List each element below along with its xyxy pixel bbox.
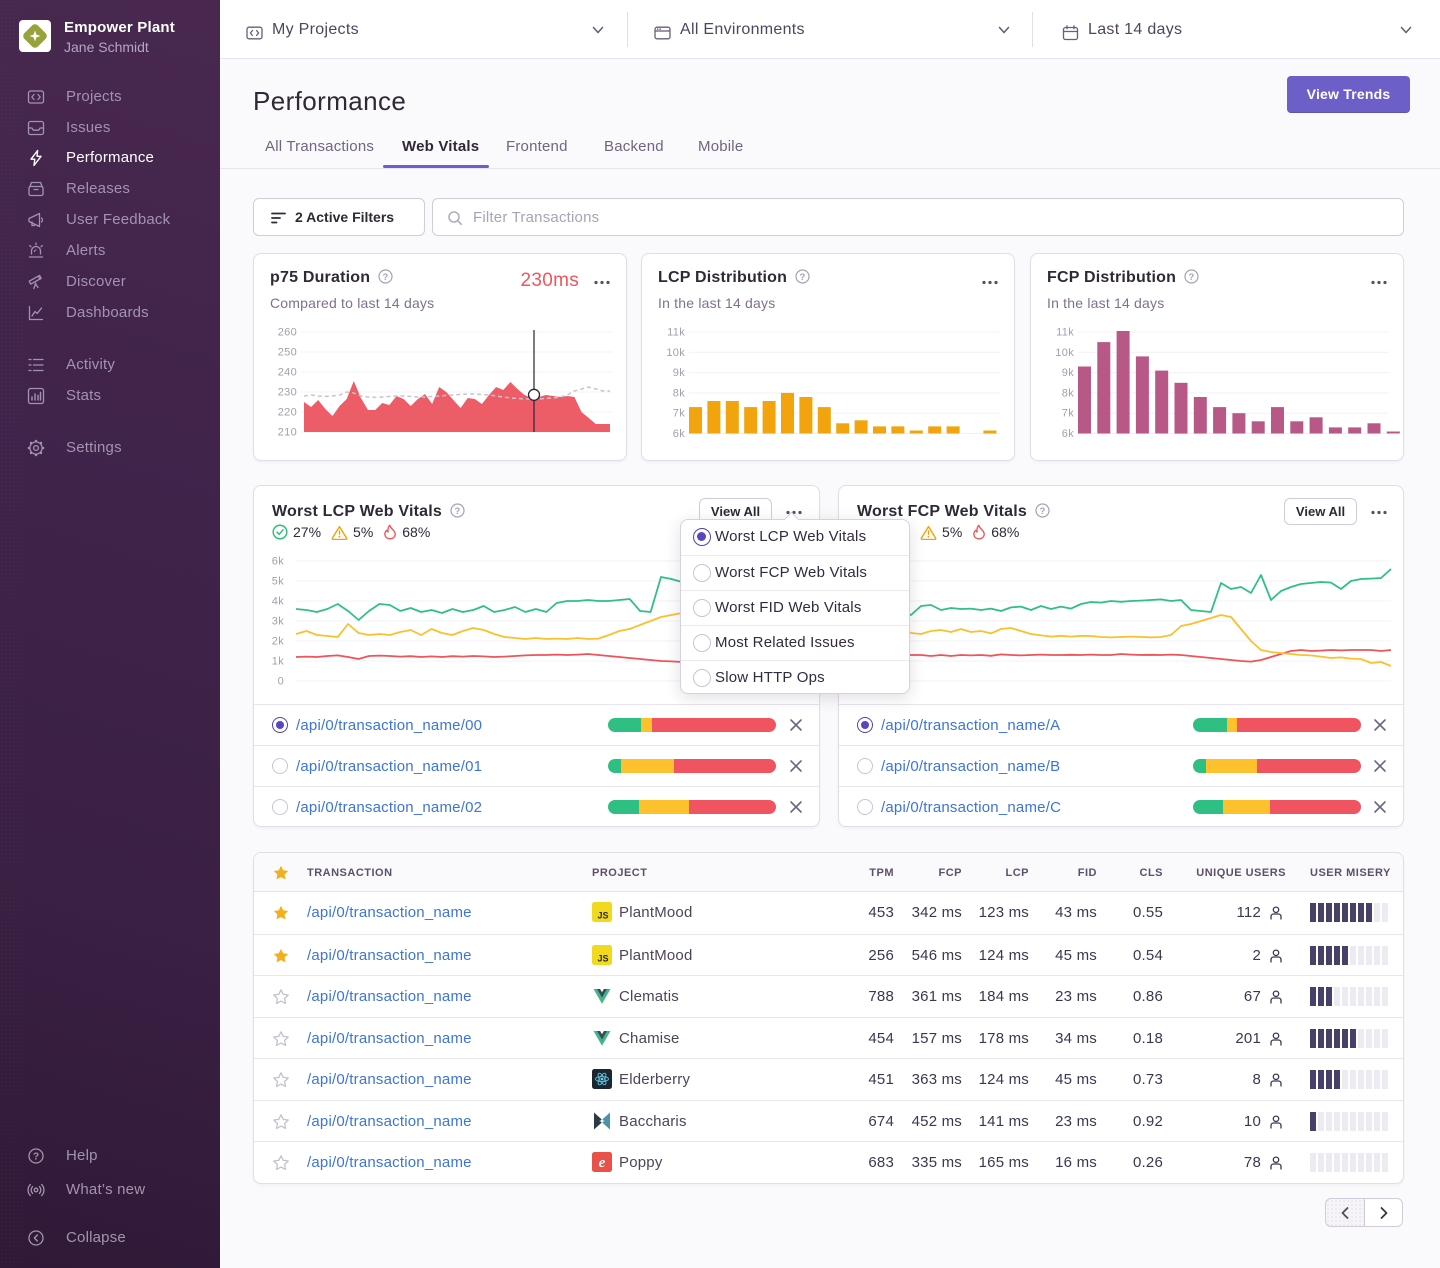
svg-text:?: ? (383, 272, 389, 283)
svg-text:240: 240 (278, 367, 297, 379)
svg-text:260: 260 (278, 327, 297, 339)
svg-text:9k: 9k (673, 367, 685, 379)
svg-text:7k: 7k (673, 408, 685, 420)
svg-text:6k: 6k (1062, 428, 1074, 440)
svg-text:220: 220 (278, 407, 297, 419)
svg-text:JS: JS (597, 911, 608, 921)
svg-text:8k: 8k (1062, 387, 1074, 399)
svg-text:2k: 2k (272, 636, 284, 648)
svg-text:4k: 4k (272, 596, 284, 608)
svg-text:?: ? (454, 506, 460, 517)
svg-text:3k: 3k (272, 616, 284, 628)
svg-text:?: ? (33, 1152, 39, 1163)
svg-text:?: ? (1039, 506, 1045, 517)
svg-text:6k: 6k (673, 428, 685, 440)
svg-text:10k: 10k (666, 347, 685, 359)
svg-text:210: 210 (278, 427, 297, 439)
svg-text:230: 230 (278, 387, 297, 399)
svg-text:1k: 1k (272, 656, 284, 668)
svg-text:8k: 8k (673, 387, 685, 399)
svg-text:9k: 9k (1062, 367, 1074, 379)
svg-text:250: 250 (278, 347, 297, 359)
svg-text:0: 0 (278, 676, 284, 688)
svg-text:5k: 5k (272, 576, 284, 588)
svg-text:11k: 11k (667, 327, 685, 339)
svg-text:10k: 10k (1055, 347, 1074, 359)
svg-text:?: ? (800, 272, 806, 283)
svg-text:11k: 11k (1056, 327, 1074, 339)
svg-text:e: e (599, 1155, 606, 1171)
svg-text:6k: 6k (272, 556, 284, 568)
svg-text:7k: 7k (1062, 408, 1074, 420)
svg-text:JS: JS (597, 953, 608, 963)
svg-text:?: ? (1189, 272, 1195, 283)
